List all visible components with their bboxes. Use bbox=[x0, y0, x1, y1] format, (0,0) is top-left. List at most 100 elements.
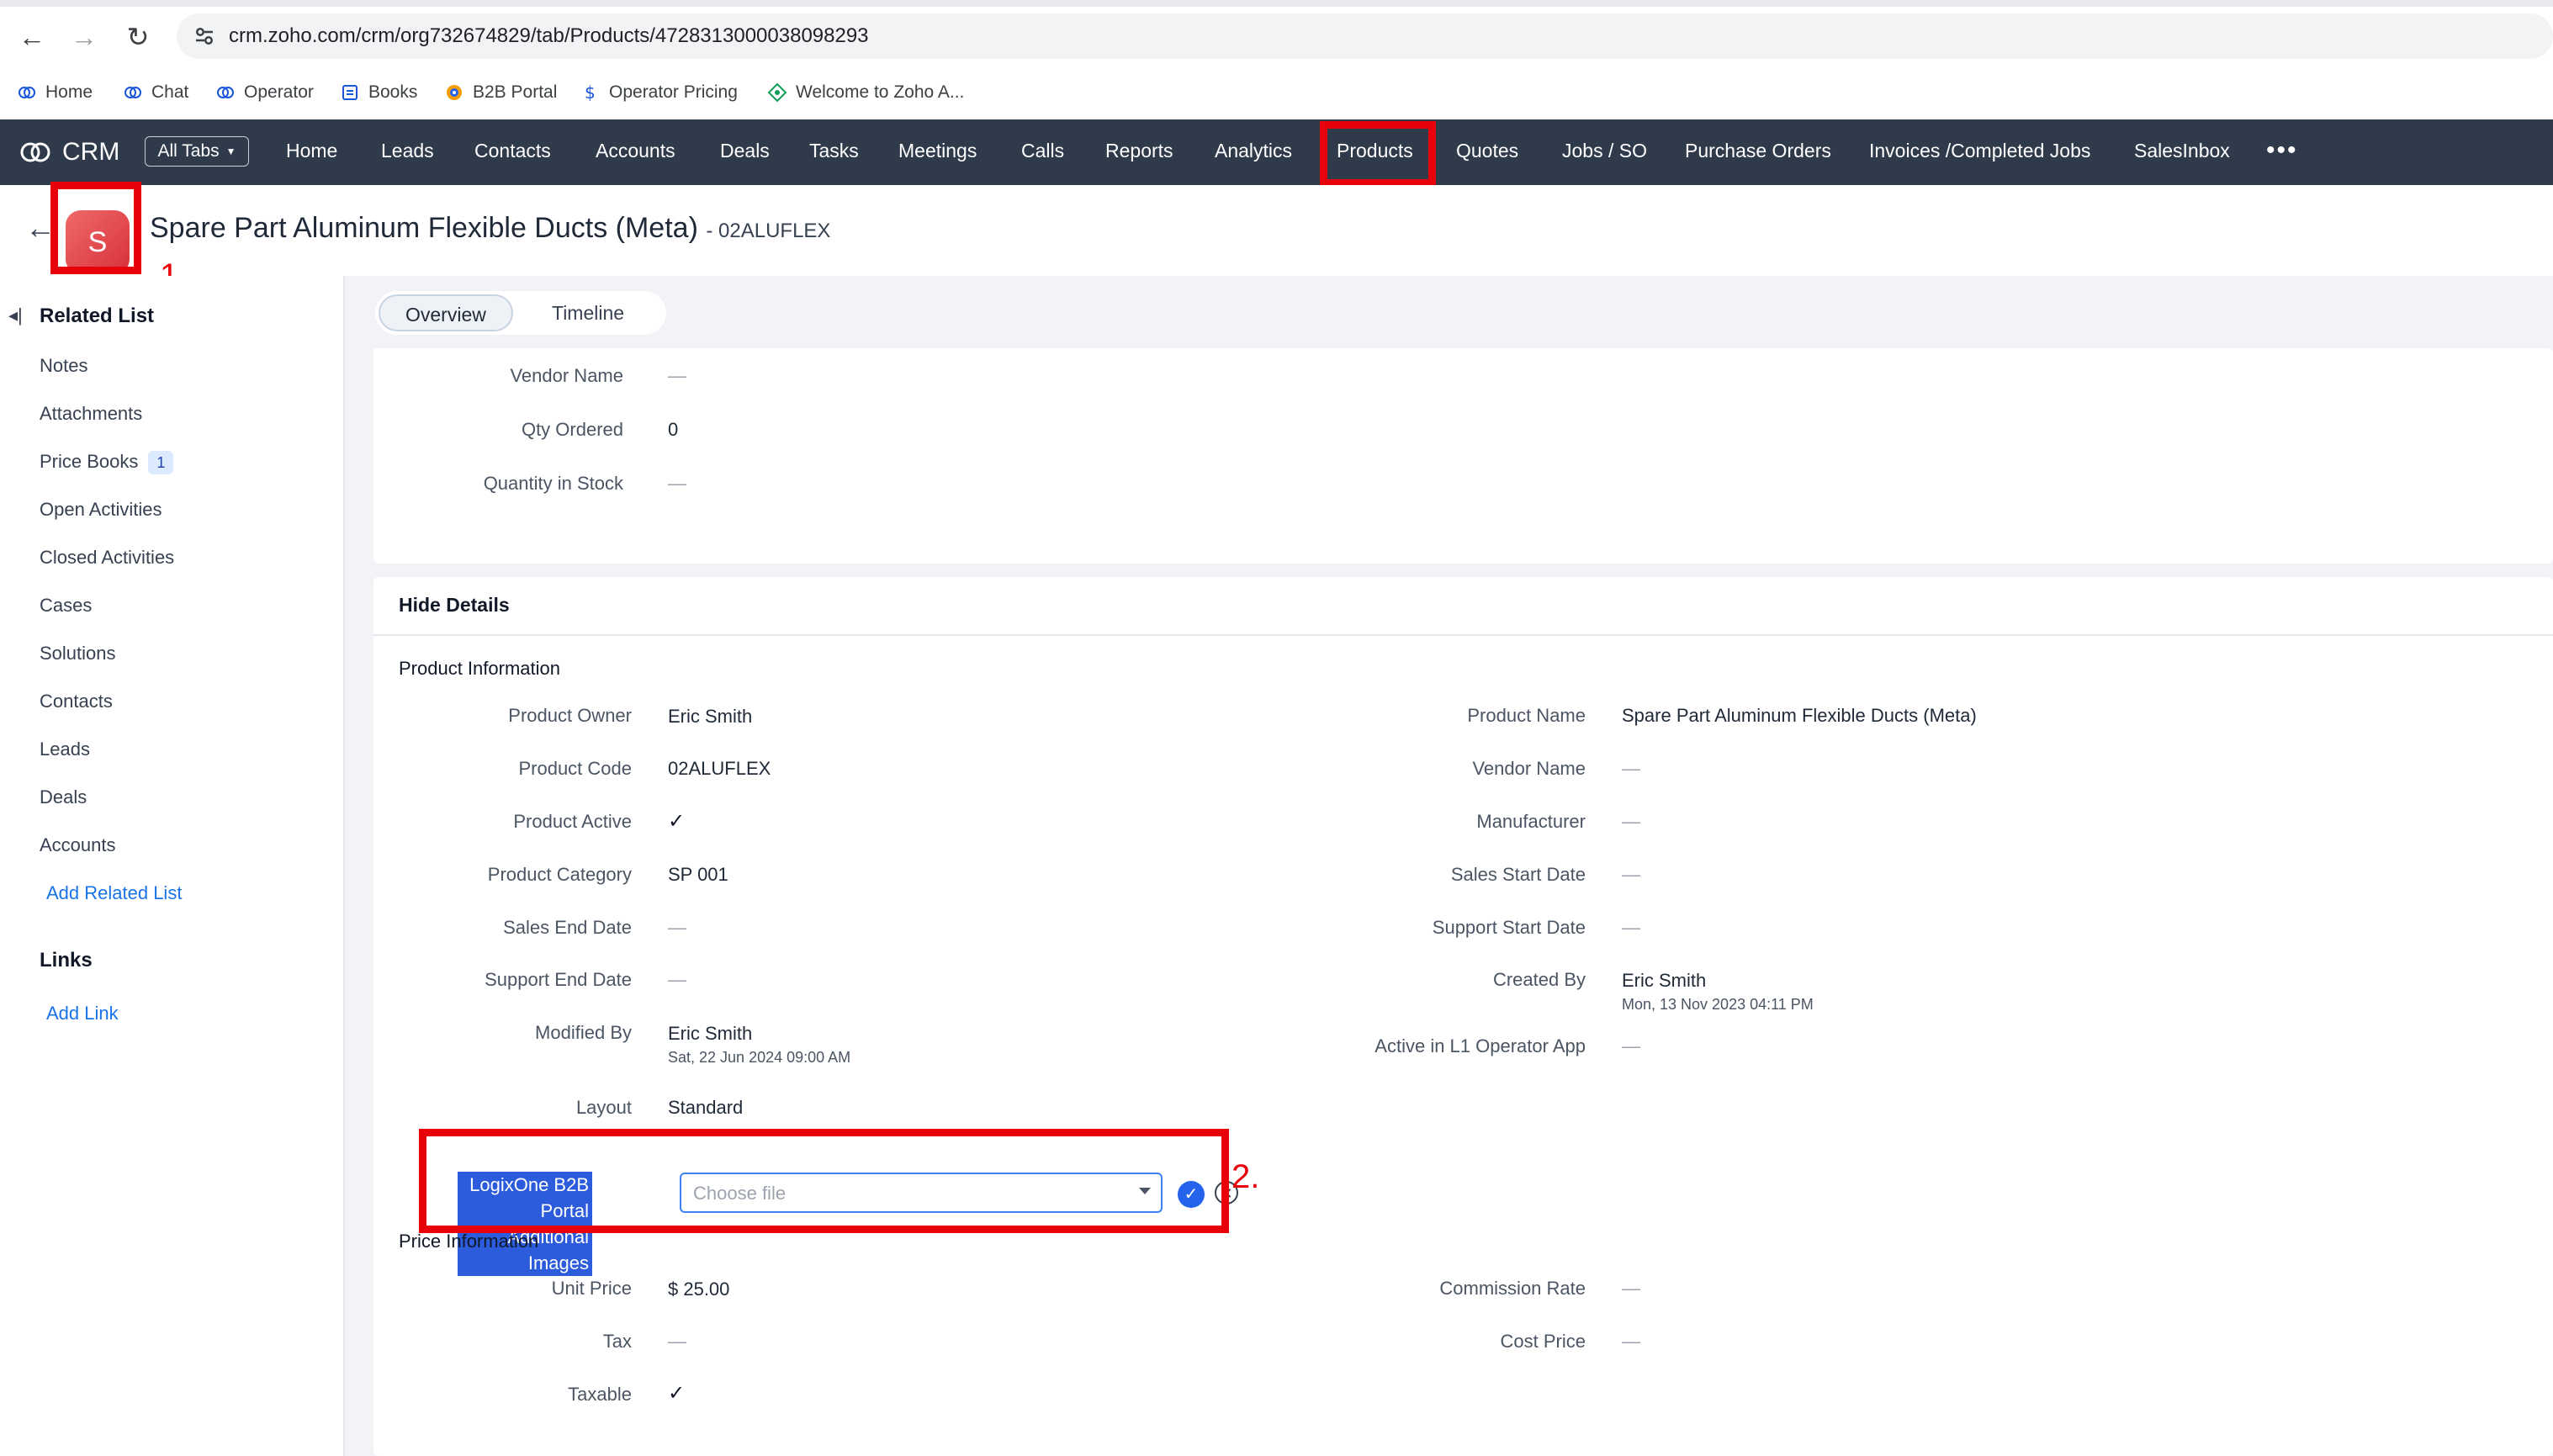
field-value[interactable]: — bbox=[1622, 1035, 1640, 1057]
url-text: crm.zoho.com/crm/org732674829/tab/Produc… bbox=[229, 24, 869, 47]
nav-products[interactable]: Products bbox=[1337, 140, 1413, 162]
record-header: ← S Spare Part Aluminum Flexible Ducts (… bbox=[0, 185, 2553, 276]
field-label: Cost Price bbox=[1500, 1331, 1586, 1352]
nav-home[interactable]: Home bbox=[286, 140, 337, 162]
zoho-crm-logo-icon bbox=[20, 142, 50, 162]
nav-meetings[interactable]: Meetings bbox=[898, 140, 977, 162]
field-value[interactable]: — bbox=[1622, 1278, 1640, 1300]
svg-text:$: $ bbox=[585, 82, 596, 103]
crm-logo[interactable]: CRM bbox=[19, 136, 119, 168]
field-value[interactable]: — bbox=[1622, 1331, 1640, 1353]
more-tabs-icon[interactable]: ••• bbox=[2266, 136, 2298, 165]
nav-salesinbox[interactable]: SalesInbox bbox=[2134, 140, 2230, 162]
field-label: Layout bbox=[575, 1097, 632, 1118]
field-label: Commission Rate bbox=[1439, 1278, 1586, 1299]
modified-timestamp: Sat, 22 Jun 2024 09:00 AM bbox=[668, 1049, 851, 1066]
bookmark-welcome-zoho[interactable]: Welcome to Zoho A... bbox=[767, 79, 964, 106]
field-value[interactable]: Eric Smith bbox=[668, 706, 752, 728]
back-arrow-icon[interactable]: ← bbox=[25, 210, 56, 246]
field-value[interactable]: — bbox=[1622, 758, 1640, 780]
back-icon[interactable]: ← bbox=[15, 20, 49, 54]
add-related-list-link[interactable]: Add Related List bbox=[46, 882, 182, 904]
tab-timeline[interactable]: Timeline bbox=[527, 294, 649, 331]
nav-jobs-so[interactable]: Jobs / SO bbox=[1562, 140, 1647, 162]
field-value[interactable]: Spare Part Aluminum Flexible Ducts (Meta… bbox=[1622, 705, 1977, 727]
field-value[interactable]: 0 bbox=[668, 419, 678, 441]
diamond-icon bbox=[767, 82, 787, 103]
nav-leads[interactable]: Leads bbox=[381, 140, 434, 162]
bookmark-home[interactable]: Home bbox=[17, 79, 93, 106]
nav-accounts[interactable]: Accounts bbox=[596, 140, 675, 162]
zoho-crm-icon bbox=[19, 87, 35, 98]
checkmark-icon[interactable]: ✓ bbox=[668, 1381, 685, 1406]
record-code: - 02ALUFLEX bbox=[706, 220, 831, 242]
related-list-title: Related List bbox=[40, 304, 155, 327]
field-value[interactable]: — bbox=[1622, 917, 1640, 939]
bookmark-operator-pricing[interactable]: $ Operator Pricing bbox=[580, 79, 738, 106]
nav-deals[interactable]: Deals bbox=[720, 140, 770, 162]
field-label: Taxable bbox=[568, 1384, 632, 1405]
bookmark-operator[interactable]: Operator bbox=[215, 79, 314, 106]
record-avatar[interactable]: S bbox=[66, 210, 130, 274]
bookmark-books[interactable]: Books bbox=[340, 79, 417, 106]
field-label: Product Category bbox=[487, 864, 632, 885]
record-tabs: Overview Timeline bbox=[375, 291, 666, 335]
sidebar-item-contacts[interactable]: Contacts bbox=[40, 691, 113, 712]
field-value[interactable]: Standard bbox=[668, 1097, 743, 1119]
field-value[interactable]: — bbox=[668, 917, 686, 939]
sidebar-item-leads[interactable]: Leads bbox=[40, 739, 90, 760]
record-name: Spare Part Aluminum Flexible Ducts (Meta… bbox=[150, 212, 698, 244]
nav-purchase-orders[interactable]: Purchase Orders bbox=[1685, 140, 1831, 162]
site-info-icon[interactable] bbox=[192, 24, 217, 49]
forward-icon[interactable]: → bbox=[67, 20, 101, 54]
sidebar-item-notes[interactable]: Notes bbox=[40, 355, 87, 377]
nav-quotes[interactable]: Quotes bbox=[1456, 140, 1518, 162]
bookmark-chat[interactable]: Chat bbox=[123, 79, 188, 106]
additional-images-label: LogixOne B2B Portal Additional Images bbox=[458, 1172, 592, 1276]
add-link[interactable]: Add Link bbox=[46, 1003, 119, 1024]
sidebar-item-closed-activities[interactable]: Closed Activities bbox=[40, 547, 174, 569]
confirm-check-icon[interactable]: ✓ bbox=[1178, 1181, 1205, 1208]
nav-analytics[interactable]: Analytics bbox=[1215, 140, 1292, 162]
address-bar[interactable]: crm.zoho.com/crm/org732674829/tab/Produc… bbox=[177, 13, 2553, 59]
field-label: Product Owner bbox=[508, 705, 632, 726]
sidebar-item-accounts[interactable]: Accounts bbox=[40, 834, 116, 856]
sidebar-item-cases[interactable]: Cases bbox=[40, 595, 92, 617]
all-tabs-dropdown[interactable]: All Tabs ▼ bbox=[145, 136, 249, 167]
caret-down-icon: ▼ bbox=[225, 146, 236, 157]
tab-overview[interactable]: Overview bbox=[379, 294, 513, 331]
checkmark-icon[interactable]: ✓ bbox=[668, 809, 685, 834]
hide-details-toggle[interactable]: Hide Details bbox=[399, 594, 510, 617]
portal-icon bbox=[447, 85, 462, 100]
reload-icon[interactable]: ↻ bbox=[121, 20, 155, 54]
nav-contacts[interactable]: Contacts bbox=[474, 140, 551, 162]
field-value[interactable]: — bbox=[1622, 811, 1640, 833]
record-detail-main: Overview Timeline Vendor Name — Qty Orde… bbox=[345, 276, 2553, 1456]
field-label: Vendor Name bbox=[510, 365, 623, 386]
section-title: Product Information bbox=[399, 658, 560, 679]
sidebar-item-deals[interactable]: Deals bbox=[40, 786, 87, 808]
nav-reports[interactable]: Reports bbox=[1105, 140, 1173, 162]
sidebar-item-price-books[interactable]: Price Books 1 bbox=[40, 451, 174, 474]
field-value[interactable]: 02ALUFLEX bbox=[668, 758, 771, 780]
collapse-sidebar-icon[interactable]: ◂| bbox=[8, 304, 23, 326]
bookmark-b2b-portal[interactable]: B2B Portal bbox=[444, 79, 557, 106]
field-value[interactable]: $ 25.00 bbox=[668, 1279, 729, 1300]
nav-tasks[interactable]: Tasks bbox=[809, 140, 859, 162]
sidebar-item-solutions[interactable]: Solutions bbox=[40, 643, 116, 664]
field-label: Active in L1 Operator App bbox=[1374, 1035, 1586, 1056]
field-value[interactable]: — bbox=[668, 365, 686, 387]
field-value[interactable]: — bbox=[668, 1331, 686, 1353]
field-value[interactable]: Eric Smith bbox=[1622, 970, 1706, 992]
sidebar-item-attachments[interactable]: Attachments bbox=[40, 403, 142, 425]
field-value[interactable]: — bbox=[668, 969, 686, 991]
caret-down-icon[interactable] bbox=[1139, 1188, 1151, 1194]
choose-file-input[interactable]: Choose file bbox=[680, 1173, 1163, 1213]
field-value[interactable]: — bbox=[1622, 864, 1640, 886]
field-value[interactable]: Eric Smith bbox=[668, 1023, 752, 1045]
nav-invoices[interactable]: Invoices /Completed Jobs bbox=[1869, 140, 2090, 162]
sidebar-item-open-activities[interactable]: Open Activities bbox=[40, 499, 162, 521]
nav-calls[interactable]: Calls bbox=[1021, 140, 1064, 162]
field-value[interactable]: SP 001 bbox=[668, 864, 728, 886]
field-value[interactable]: — bbox=[668, 473, 686, 495]
